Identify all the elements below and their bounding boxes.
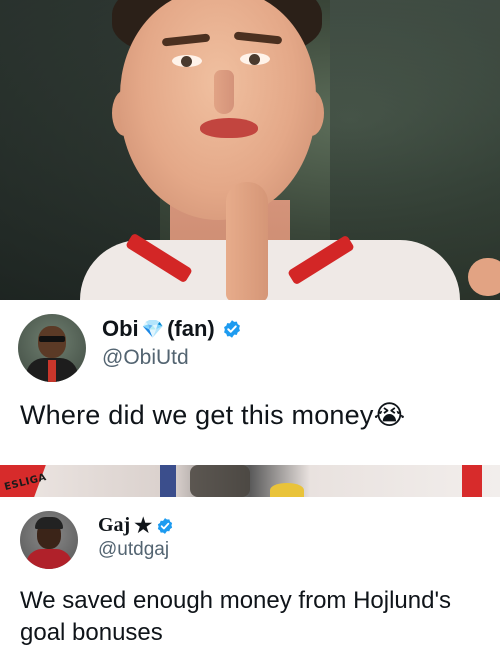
display-name-row[interactable]: Obi 💎 (fan) [102, 316, 242, 342]
display-name-suffix: (fan) [167, 316, 215, 341]
meme-screenshot: Obi 💎 (fan) @ObiUtd Where did we get thi… [0, 0, 500, 650]
player-nose [214, 70, 234, 114]
player-photo [0, 0, 500, 300]
diamond-icon: 💎 [141, 318, 165, 339]
avatar[interactable] [18, 314, 86, 382]
user-handle[interactable]: @utdgaj [98, 539, 169, 561]
praying-hands [226, 182, 268, 300]
eye-left [172, 55, 202, 67]
display-name: Obi [102, 316, 139, 341]
tweet-card-obi[interactable]: Obi 💎 (fan) @ObiUtd Where did we get thi… [0, 300, 500, 465]
verified-badge-icon [223, 320, 240, 338]
tweet-text: We saved enough money from Hojlund's goa… [20, 585, 490, 649]
tweet-card-gaj[interactable]: Gaj ★ @utdgaj We saved enough money from… [0, 497, 500, 650]
verified-badge-icon [158, 517, 173, 534]
tweet-text: Where did we get this money😭 [20, 400, 405, 431]
display-name: Gaj [98, 514, 131, 536]
player-lips [200, 118, 258, 138]
tweet-text-body: Where did we get this money [20, 400, 374, 430]
star-icon: ★ [134, 515, 153, 537]
crying-face-emoji: 😭 [373, 400, 406, 430]
finger-right-edge [468, 258, 500, 296]
tweet-text-line-2: goal bonuses [20, 619, 163, 646]
sunglasses-icon [39, 336, 65, 342]
tweet-text-line-1: We saved enough money from Hojlund's [20, 587, 452, 614]
avatar[interactable] [20, 511, 78, 569]
user-handle[interactable]: @ObiUtd [102, 346, 189, 370]
display-name-row[interactable]: Gaj ★ [98, 513, 174, 538]
eye-right [240, 53, 270, 65]
tattoo-arm [190, 465, 250, 497]
second-photo-strip: ESLIGA [0, 465, 500, 497]
